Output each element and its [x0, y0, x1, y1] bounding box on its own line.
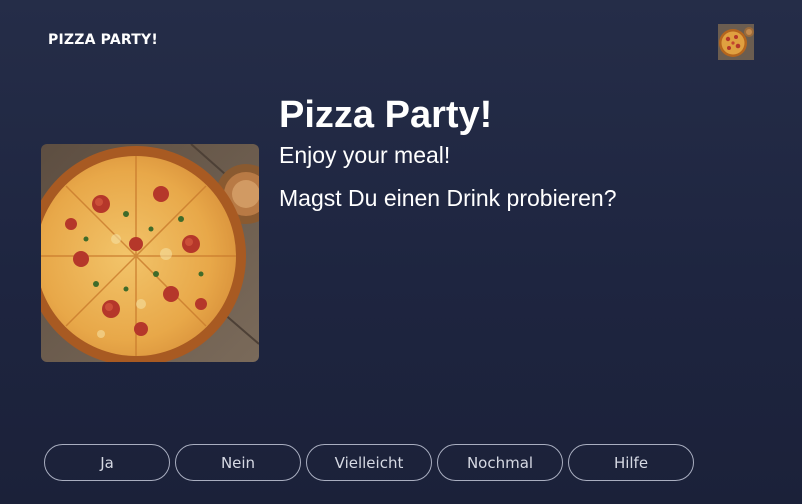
nein-button[interactable]: Nein [175, 444, 301, 481]
ja-button[interactable]: Ja [44, 444, 170, 481]
vielleicht-button[interactable]: Vielleicht [306, 444, 432, 481]
content-text-block: Pizza Party! Enjoy your meal! Magst Du e… [279, 92, 617, 212]
question-text: Magst Du einen Drink probieren? [279, 185, 617, 211]
response-button-row: Ja Nein Vielleicht Nochmal Hilfe [44, 444, 694, 481]
nochmal-button[interactable]: Nochmal [437, 444, 563, 481]
header-title: PIZZA PARTY! [48, 32, 158, 48]
main-title: Pizza Party! [279, 94, 493, 136]
hilfe-button[interactable]: Hilfe [568, 444, 694, 481]
pizza-photo-icon [41, 144, 259, 362]
subtitle: Enjoy your meal! [279, 142, 451, 168]
pizza-thumbnail-icon [718, 24, 754, 60]
